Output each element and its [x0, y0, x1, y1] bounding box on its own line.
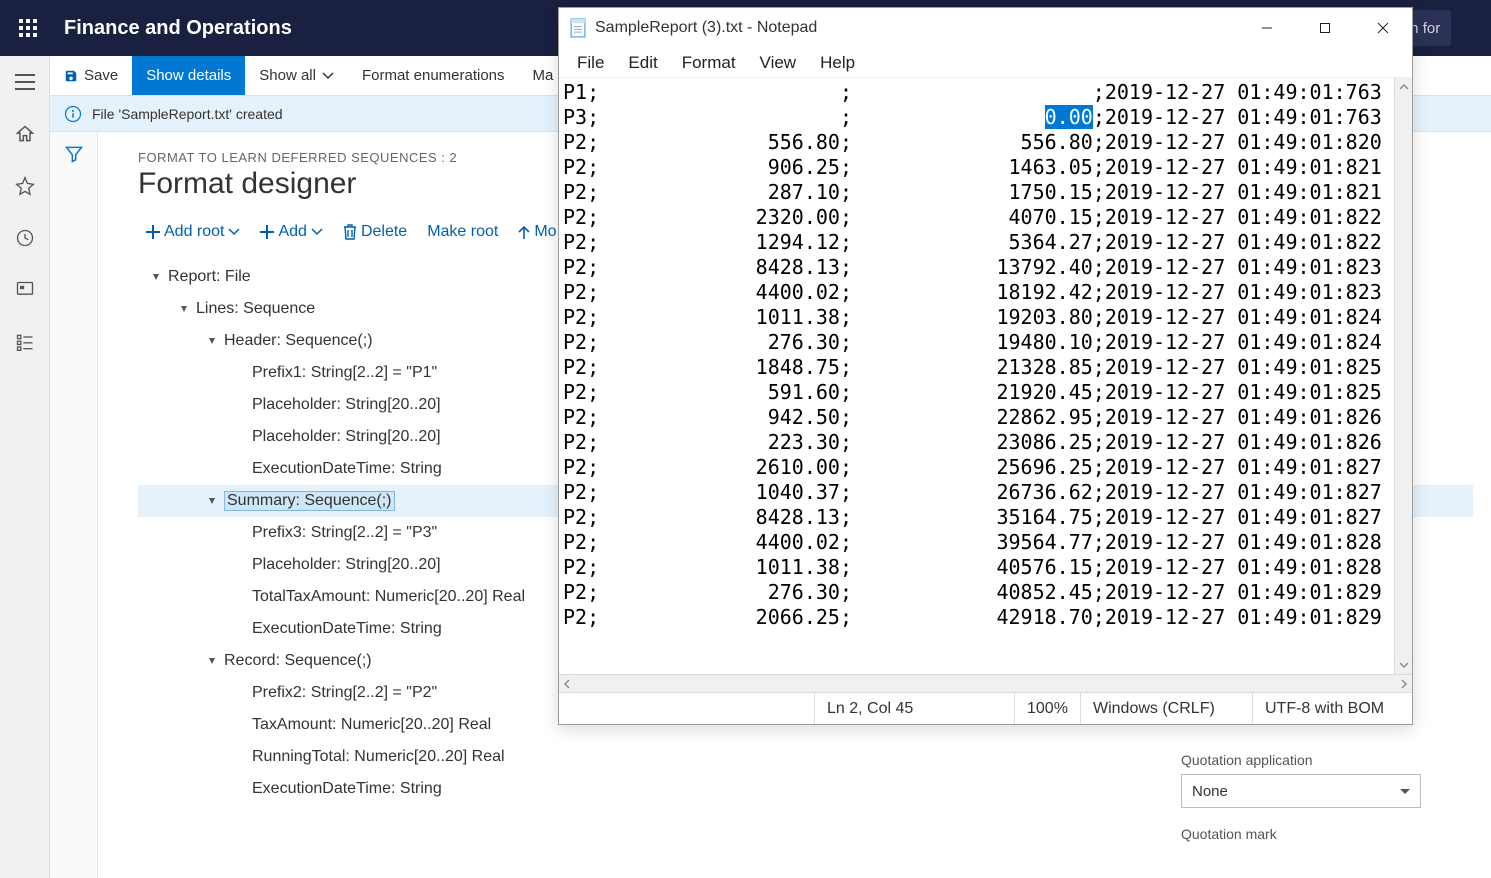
scroll-down-arrow[interactable]	[1395, 656, 1412, 674]
scroll-right-arrow[interactable]	[1399, 679, 1409, 689]
horizontal-scrollbar[interactable]	[559, 674, 1412, 692]
notepad-app-icon	[567, 17, 589, 39]
quotation-mark-label: Quotation mark	[1181, 826, 1441, 842]
add-root-button[interactable]: Add root	[138, 219, 248, 245]
tree-node-label: Placeholder: String[20..20]	[252, 428, 441, 446]
caret-placeholder	[232, 525, 248, 541]
trash-icon	[343, 224, 357, 240]
tree-node-label: TotalTaxAmount: Numeric[20..20] Real	[252, 588, 525, 606]
funnel-icon[interactable]	[64, 144, 84, 878]
maximize-button[interactable]	[1296, 8, 1354, 48]
tree-node-label: Report: File	[168, 268, 251, 286]
caret-placeholder	[232, 749, 248, 765]
recent-icon[interactable]	[11, 224, 39, 252]
minimize-button[interactable]	[1238, 8, 1296, 48]
caret-placeholder	[232, 397, 248, 413]
notepad-menu-help[interactable]: Help	[808, 50, 867, 76]
tree-node-label: Summary: Sequence(;)	[224, 491, 395, 511]
tree-node-label: Placeholder: String[20..20]	[252, 556, 441, 574]
info-icon	[64, 105, 82, 123]
notepad-status-bar: Ln 2, Col 45 100% Windows (CRLF) UTF-8 w…	[559, 692, 1412, 724]
window-buttons	[1238, 8, 1412, 48]
hamburger-icon[interactable]	[11, 68, 39, 96]
tab-format-enumerations[interactable]: Format enumerations	[348, 56, 519, 95]
add-button[interactable]: Add	[252, 219, 330, 245]
caret-placeholder	[232, 685, 248, 701]
tree-node-label: Header: Sequence(;)	[224, 332, 373, 350]
caret-icon[interactable]	[148, 269, 164, 285]
tree-node-label: Lines: Sequence	[196, 300, 315, 318]
tree-node-label: ExecutionDateTime: String	[252, 780, 442, 798]
save-button[interactable]: Save	[50, 56, 132, 95]
tree-node-label: Placeholder: String[20..20]	[252, 396, 441, 414]
tree-node-label: ExecutionDateTime: String	[252, 460, 442, 478]
plus-icon	[146, 225, 160, 239]
caret-icon[interactable]	[204, 653, 220, 669]
notepad-body: P1; ; ;2019-12-27 01:49:01:763 P3; ; 0.0…	[559, 78, 1412, 674]
caret-placeholder	[232, 781, 248, 797]
chevron-down-icon	[322, 70, 334, 82]
notepad-menu-view[interactable]: View	[748, 50, 809, 76]
notepad-menu-edit[interactable]: Edit	[616, 50, 669, 76]
plus-icon	[260, 225, 274, 239]
notepad-title-text: SampleReport (3).txt - Notepad	[595, 19, 817, 37]
arrow-up-icon	[518, 225, 530, 239]
close-button[interactable]	[1354, 8, 1412, 48]
tab-show-all[interactable]: Show all	[245, 56, 348, 95]
workspace-icon[interactable]	[11, 276, 39, 304]
notepad-titlebar[interactable]: SampleReport (3).txt - Notepad	[559, 8, 1412, 48]
status-cursor-pos: Ln 2, Col 45	[814, 693, 1014, 724]
properties-panel: Quotation application None Quotation mar…	[1181, 752, 1441, 848]
tree-node-label: RunningTotal: Numeric[20..20] Real	[252, 748, 505, 766]
caret-icon[interactable]	[204, 493, 220, 509]
chevron-down-icon	[228, 226, 240, 238]
tree-node-label: Record: Sequence(;)	[224, 652, 372, 670]
caret-placeholder	[232, 429, 248, 445]
scroll-left-arrow[interactable]	[562, 679, 572, 689]
status-encoding: UTF-8 with BOM	[1252, 693, 1412, 724]
caret-icon[interactable]	[204, 333, 220, 349]
caret-placeholder	[232, 557, 248, 573]
caret-placeholder	[232, 461, 248, 477]
save-icon	[64, 69, 78, 83]
save-label: Save	[84, 67, 118, 84]
notepad-menu-file[interactable]: File	[565, 50, 616, 76]
notepad-menu-bar: FileEditFormatViewHelp	[559, 48, 1412, 78]
status-zoom: 100%	[1014, 693, 1080, 724]
notepad-menu-format[interactable]: Format	[670, 50, 748, 76]
delete-button[interactable]: Delete	[335, 219, 415, 245]
caret-placeholder	[232, 717, 248, 733]
status-spacer	[559, 693, 814, 724]
tree-node-label: TaxAmount: Numeric[20..20] Real	[252, 716, 491, 734]
waffle-icon[interactable]	[0, 0, 56, 56]
notepad-window: SampleReport (3).txt - Notepad FileEditF…	[558, 7, 1413, 725]
make-root-button[interactable]: Make root	[419, 219, 506, 245]
status-line-ending: Windows (CRLF)	[1080, 693, 1252, 724]
tree-node-label: ExecutionDateTime: String	[252, 620, 442, 638]
filter-column	[50, 132, 98, 878]
vertical-scrollbar[interactable]	[1394, 78, 1412, 674]
chevron-down-icon	[311, 226, 323, 238]
info-message-text: File 'SampleReport.txt' created	[92, 106, 283, 122]
tab-show-details[interactable]: Show details	[132, 56, 245, 95]
left-nav-rail	[0, 56, 50, 878]
app-name: Finance and Operations	[56, 17, 292, 40]
tree-node-label: Prefix1: String[2..2] = "P1"	[252, 364, 437, 382]
move-button[interactable]: Mo	[510, 219, 564, 245]
caret-placeholder	[232, 365, 248, 381]
star-icon[interactable]	[11, 172, 39, 200]
quotation-application-select[interactable]: None	[1181, 774, 1421, 808]
tree-node-label: Prefix3: String[2..2] = "P3"	[252, 524, 437, 542]
caret-icon[interactable]	[176, 301, 192, 317]
home-icon[interactable]	[11, 120, 39, 148]
scroll-up-arrow[interactable]	[1395, 78, 1412, 96]
tree-node-label: Prefix2: String[2..2] = "P2"	[252, 684, 437, 702]
notepad-text-area[interactable]: P1; ; ;2019-12-27 01:49:01:763 P3; ; 0.0…	[559, 78, 1394, 674]
caret-placeholder	[232, 589, 248, 605]
modules-icon[interactable]	[11, 328, 39, 356]
caret-placeholder	[232, 621, 248, 637]
quotation-application-label: Quotation application	[1181, 752, 1441, 768]
